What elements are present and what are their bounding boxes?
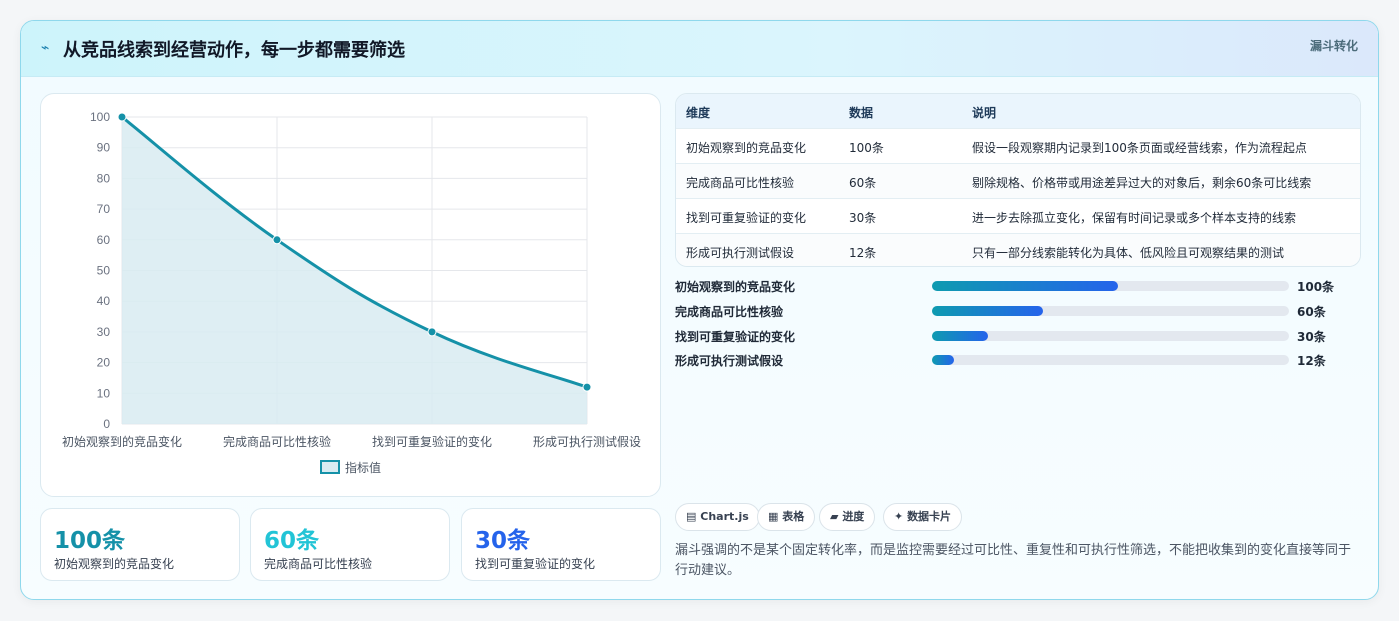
table-cell: 初始观察到的竞品变化 — [686, 141, 807, 155]
table-header-cell: 维度 — [686, 106, 711, 120]
table-row: 初始观察到的竞品变化 100条 假设一段观察期内记录到100条页面或经营线索，作… — [676, 129, 1360, 164]
table-cell: 进一步去除孤立变化，保留有时间记录或多个样本支持的线索 — [972, 211, 1297, 225]
sparkle-icon: ✦ — [894, 510, 904, 523]
y-tick-label: 80 — [97, 171, 111, 185]
progress-fill — [932, 355, 955, 365]
chip-label: 数据卡片 — [907, 510, 952, 523]
line-chart: 0 10 20 30 40 50 60 70 80 90 100 初始观察到的竞品变化 完成商品可比性核… — [62, 110, 641, 475]
table-cell: 假设一段观察期内记录到100条页面或经营线索，作为流程起点 — [972, 141, 1307, 155]
data-point — [427, 327, 437, 337]
legend-label: 指标值 — [345, 460, 381, 475]
progress-track — [932, 281, 1289, 291]
table-cell: 100条 — [849, 141, 884, 155]
table-cell: 形成可执行测试假设 — [686, 246, 795, 260]
data-point — [272, 235, 282, 245]
y-tick-label: 70 — [97, 202, 111, 216]
progress-label: 形成可执行测试假设 — [675, 354, 784, 368]
kpi-card: 30条 找到可重复验证的变化 — [461, 508, 661, 581]
kpi-value: 60条 — [264, 528, 320, 554]
kpi-label: 初始观察到的竞品变化 — [54, 557, 175, 571]
x-tick-label: 完成商品可比性核验 — [223, 434, 331, 449]
y-tick-label: 30 — [97, 325, 111, 339]
y-tick-label: 40 — [97, 294, 111, 308]
x-tick-label: 找到可重复验证的变化 — [372, 434, 492, 449]
data-table: 维度 数据 说明 初始观察到的竞品变化 100条 假设一段观察期内记录到100条… — [675, 93, 1361, 267]
chip-chartjs[interactable]: ▤ Chart.js — [675, 503, 760, 531]
table-row: 完成商品可比性核验 60条 剔除规格、价格带或用途差异过大的对象后，剩余60条可… — [676, 164, 1360, 199]
footnote: 漏斗强调的不是某个固定转化率，而是监控需要经过可比性、重复性和可执行性筛选，不能… — [675, 543, 1352, 578]
table-cell: 找到可重复验证的变化 — [686, 211, 807, 225]
progress-row: 初始观察到的竞品变化 100条 — [675, 276, 1361, 296]
x-tick-label: 形成可执行测试假设 — [533, 434, 641, 449]
table-cell: 30条 — [849, 211, 877, 225]
progress-row: 找到可重复验证的变化 30条 — [675, 326, 1361, 346]
progress-label: 完成商品可比性核验 — [675, 305, 784, 319]
progress-track — [932, 355, 1289, 365]
kpi-card: 100条 初始观察到的竞品变化 — [40, 508, 240, 581]
progress-icon: ▰ — [830, 510, 839, 523]
table-cell: 12条 — [849, 246, 877, 260]
progress-row: 完成商品可比性核验 60条 — [675, 301, 1361, 321]
table-cell: 只有一部分线索能转化为具体、低风险且可观察结果的测试 — [972, 246, 1285, 260]
y-tick-label: 100 — [90, 110, 110, 124]
chip-label: 进度 — [842, 510, 865, 523]
chart-icon: ▤ — [686, 510, 697, 523]
funnel-card: ⌁ 从竞品线索到经营动作，每一步都需要筛选 漏斗转化 0 10 20 30 40 50 60… — [20, 20, 1379, 600]
legend-swatch — [320, 460, 340, 474]
table-cell: 剔除规格、价格带或用途差异过大的对象后，剩余60条可比线索 — [972, 176, 1312, 190]
progress-fill — [932, 306, 1043, 316]
progress-track — [932, 306, 1289, 316]
progress-value: 60条 — [1297, 305, 1326, 319]
progress-value: 100条 — [1297, 280, 1335, 294]
data-point — [117, 112, 127, 122]
chip-data-cards[interactable]: ✦ 数据卡片 — [883, 503, 963, 531]
table-header-cell: 说明 — [972, 106, 997, 120]
spark-icon: ⌁ — [41, 40, 50, 56]
y-tick-label: 20 — [97, 356, 111, 370]
y-tick-label: 0 — [103, 417, 110, 431]
progress-track — [932, 331, 1289, 341]
x-tick-label: 初始观察到的竞品变化 — [62, 434, 182, 449]
y-tick-label: 60 — [97, 233, 111, 247]
progress-row: 形成可执行测试假设 12条 — [675, 350, 1361, 370]
y-tick-label: 90 — [97, 141, 111, 155]
table-icon: ▦ — [768, 510, 779, 523]
progress-value: 12条 — [1297, 354, 1326, 368]
kpi-value: 100条 — [54, 528, 126, 554]
kpi-label: 找到可重复验证的变化 — [475, 557, 596, 571]
progress-value: 30条 — [1297, 330, 1326, 344]
progress-fill — [932, 281, 1118, 291]
table-header-cell: 数据 — [849, 106, 874, 120]
table-cell: 完成商品可比性核验 — [686, 176, 795, 190]
kpi-label: 完成商品可比性核验 — [264, 557, 373, 571]
table-header-row: 维度 数据 说明 — [676, 94, 1360, 129]
table-cell: 60条 — [849, 176, 877, 190]
card-tag: 漏斗转化 — [1309, 39, 1358, 53]
chip-progress[interactable]: ▰ 进度 — [819, 503, 876, 531]
table-row: 形成可执行测试假设 12条 只有一部分线索能转化为具体、低风险且可观察结果的测试 — [676, 234, 1360, 266]
progress-label: 初始观察到的竞品变化 — [675, 280, 796, 294]
progress-fill — [932, 331, 988, 341]
y-tick-label: 50 — [97, 264, 111, 278]
card-header: ⌁ 从竞品线索到经营动作，每一步都需要筛选 漏斗转化 — [21, 21, 1378, 77]
chip-table[interactable]: ▦ 表格 — [757, 503, 816, 531]
kpi-card: 60条 完成商品可比性核验 — [250, 508, 450, 581]
chip-label: 表格 — [782, 510, 805, 523]
chip-label: Chart.js — [700, 510, 749, 523]
kpi-value: 30条 — [475, 528, 531, 554]
line-chart-panel: 0 10 20 30 40 50 60 70 80 90 100 初始观察到的竞品变化 完成商品可比性核… — [40, 93, 661, 497]
data-point — [582, 382, 592, 392]
progress-label: 找到可重复验证的变化 — [675, 330, 796, 344]
y-tick-label: 10 — [97, 386, 111, 400]
card-title: 从竞品线索到经营动作，每一步都需要筛选 — [63, 40, 405, 61]
table-row: 找到可重复验证的变化 30条 进一步去除孤立变化，保留有时间记录或多个样本支持的… — [676, 199, 1360, 234]
